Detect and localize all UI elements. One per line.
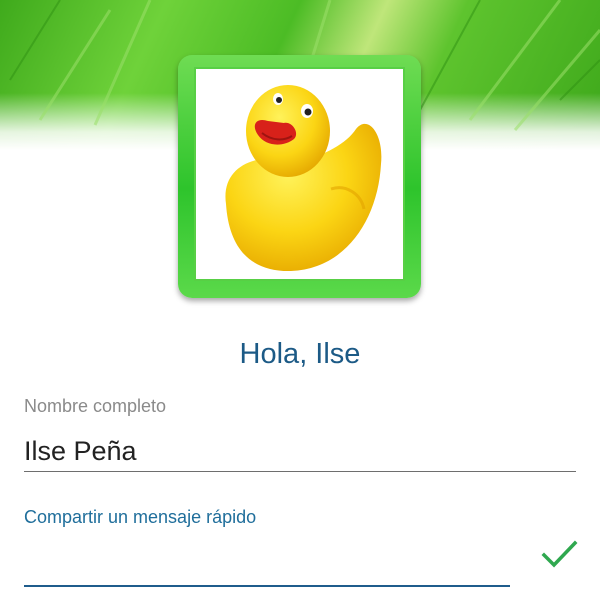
profile-avatar[interactable]: [178, 55, 421, 298]
quick-message-input[interactable]: [24, 538, 510, 587]
checkmark-icon: [541, 540, 578, 568]
full-name-input[interactable]: [24, 432, 576, 472]
greeting-title: Hola, Ilse: [239, 338, 361, 370]
rubber-duck-icon: [225, 85, 382, 272]
name-field-label: Nombre completo: [24, 396, 167, 416]
confirm-button[interactable]: [538, 534, 582, 574]
avatar-image-container: [194, 67, 405, 281]
quick-message-label: Compartir un mensaje rápido: [24, 507, 257, 527]
